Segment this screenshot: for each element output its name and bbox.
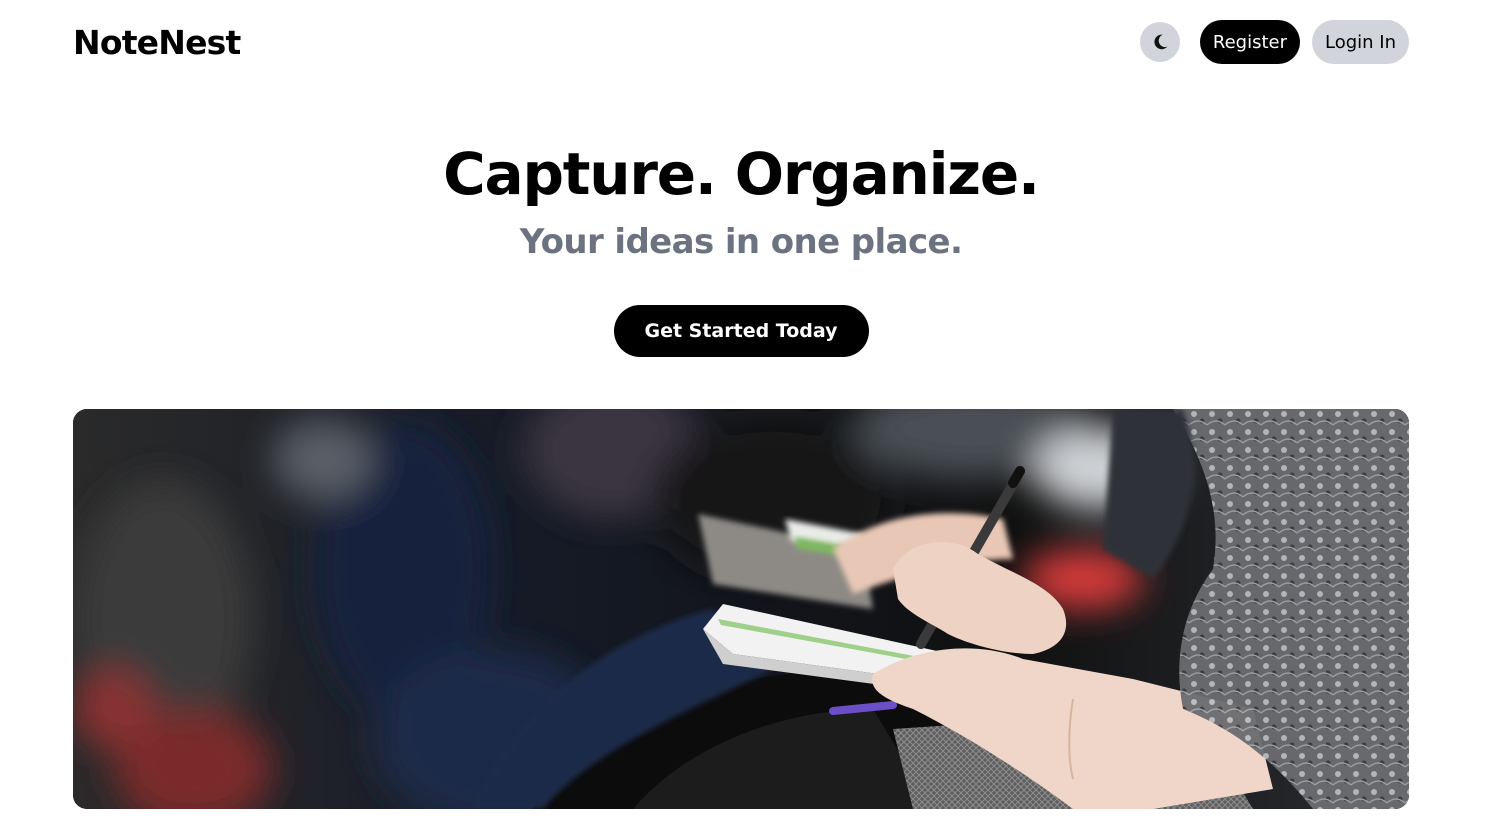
- hero-title: Capture. Organize.: [443, 140, 1040, 208]
- brand-logo[interactable]: NoteNest: [73, 23, 241, 62]
- notebook-writing-photo: [73, 409, 1409, 809]
- landing-page: NoteNest Register Login In Capture. Orga…: [0, 0, 1499, 832]
- login-button[interactable]: Login In: [1312, 20, 1409, 64]
- hero-subtitle: Your ideas in one place.: [519, 222, 963, 262]
- register-button[interactable]: Register: [1199, 20, 1300, 64]
- moon-icon: [1150, 32, 1170, 52]
- get-started-button[interactable]: Get Started Today: [613, 305, 869, 357]
- hero-image: [73, 409, 1409, 809]
- cta-container: Get Started Today: [0, 305, 1482, 357]
- header-actions: Register Login In: [1139, 20, 1409, 64]
- theme-toggle-button[interactable]: [1139, 22, 1180, 62]
- site-header: NoteNest Register Login In: [73, 0, 1409, 84]
